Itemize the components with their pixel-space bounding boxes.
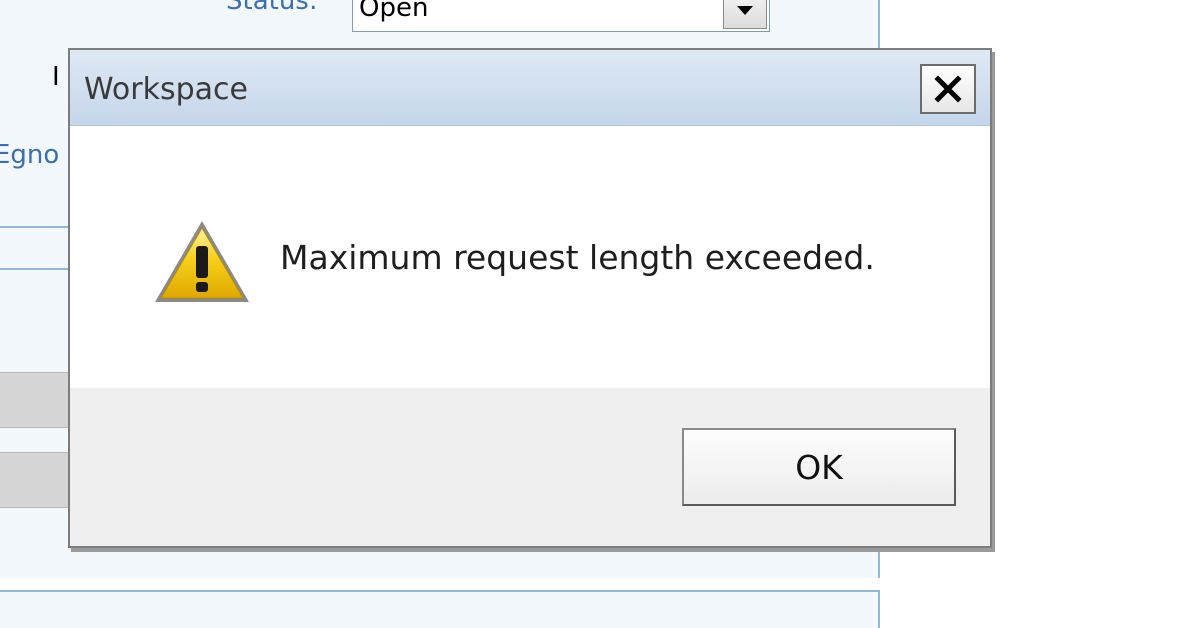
status-dropdown[interactable]: Open — [352, 0, 770, 32]
status-label: Status: — [226, 0, 318, 16]
error-message: Maximum request length exceeded. — [280, 238, 875, 277]
warning-icon — [152, 218, 252, 306]
background-gray-bar — [0, 372, 68, 428]
chevron-down-icon — [737, 6, 753, 15]
background-divider — [0, 268, 70, 270]
dialog-titlebar[interactable]: Workspace — [70, 50, 990, 126]
ok-button[interactable]: OK — [682, 428, 956, 506]
background-bottom-panel — [0, 590, 880, 628]
dialog-title: Workspace — [84, 72, 248, 107]
close-button[interactable] — [920, 64, 976, 114]
status-dropdown-value: Open — [359, 0, 429, 23]
background-gray-bar — [0, 452, 68, 508]
error-dialog: Workspace Maximum request length exceede… — [68, 48, 992, 548]
screen: Status: Open I Egno Workspace Maximum re… — [0, 0, 1197, 628]
background-link-fragment: Egno — [0, 140, 60, 170]
background-divider — [0, 226, 70, 228]
dialog-button-bar: OK — [70, 388, 990, 546]
background-label-fragment: I — [52, 62, 60, 92]
dialog-content: Maximum request length exceeded. — [70, 126, 990, 388]
dropdown-arrow-button[interactable] — [723, 0, 767, 29]
close-icon — [934, 75, 962, 103]
